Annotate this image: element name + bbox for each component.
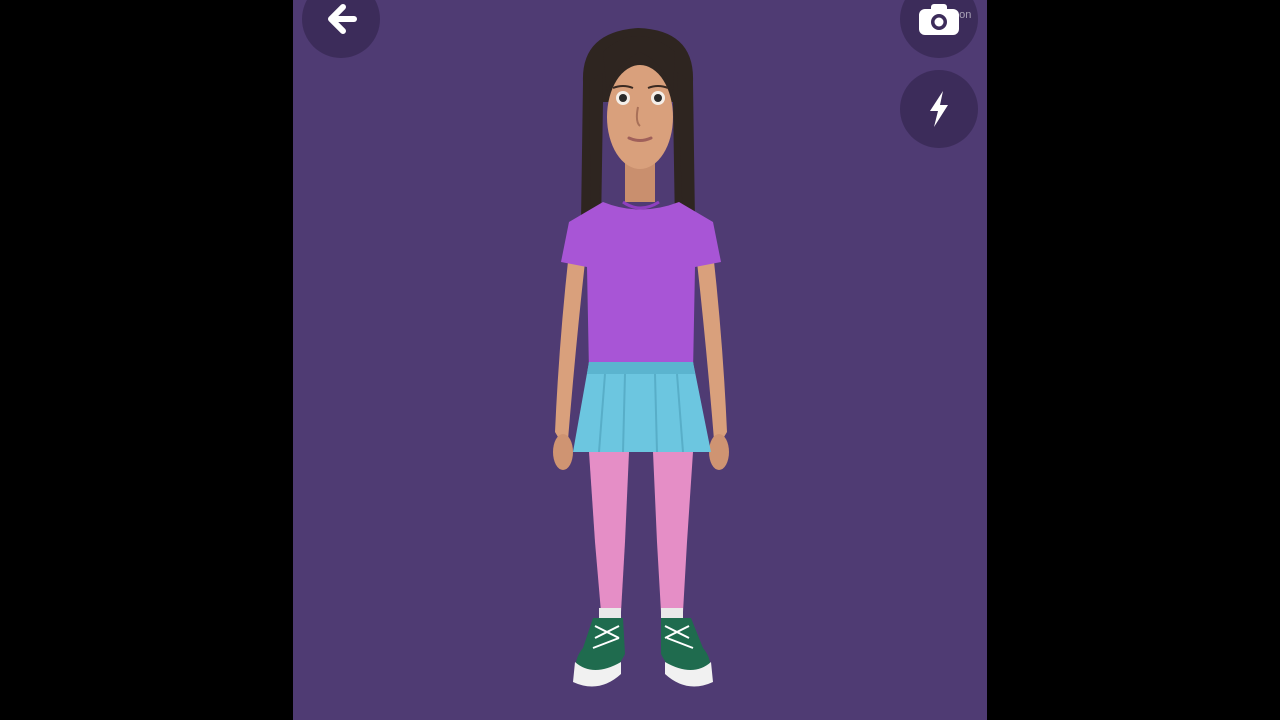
right-leg [653, 452, 693, 612]
flash-button[interactable] [900, 70, 978, 148]
avatar-figure[interactable] [543, 22, 743, 692]
avatar-viewport[interactable]: gon [293, 0, 987, 720]
watermark-text: gon [953, 9, 972, 21]
right-hand [709, 434, 729, 470]
shirt [561, 202, 721, 372]
left-hand [553, 434, 573, 470]
face [607, 65, 673, 169]
screen: gon [0, 0, 1280, 720]
left-leg [589, 452, 629, 612]
skirt [573, 362, 711, 452]
back-button[interactable] [302, 0, 380, 58]
arrow-left-icon [321, 0, 361, 39]
lightning-bolt-icon [924, 89, 954, 129]
